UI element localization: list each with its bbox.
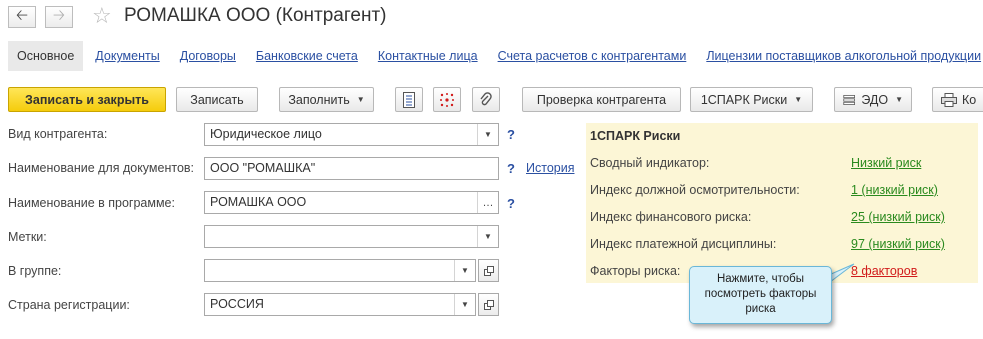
- attach-button[interactable]: [472, 87, 500, 112]
- tags-select[interactable]: ▼: [204, 225, 499, 248]
- risk-factors-tooltip: Нажмите, чтобы посмотреть факторы риска: [689, 266, 832, 324]
- spark-risks-button[interactable]: 1СПАРК Риски ▼: [690, 87, 813, 112]
- risk-factors-label: Факторы риска:: [590, 264, 681, 278]
- forward-button[interactable]: 🡢: [45, 6, 73, 28]
- tags-label: Метки:: [8, 230, 47, 244]
- payment-discipline-index-link[interactable]: 97 (низкий риск): [851, 237, 945, 251]
- edo-button[interactable]: ЭДО ▼: [834, 87, 912, 112]
- spark-panel-title: 1СПАРК Риски: [590, 129, 681, 143]
- printer-icon: [941, 92, 957, 107]
- group-label: В группе:: [8, 264, 62, 278]
- spark-risks-panel: 1СПАРК Риски Сводный индикатор: Низкий р…: [586, 123, 978, 283]
- financial-risk-index-label: Индекс финансового риска:: [590, 210, 752, 224]
- structure-dots-icon: [440, 92, 454, 107]
- open-group-button[interactable]: [478, 259, 499, 282]
- document-list-icon: [403, 91, 415, 108]
- back-button[interactable]: 🡠: [8, 6, 36, 28]
- tab-bank-accounts[interactable]: Банковские счета: [256, 49, 358, 63]
- chevron-down-icon[interactable]: ▼: [454, 294, 475, 315]
- fill-button[interactable]: Заполнить ▼: [279, 87, 374, 112]
- stack-icon: [843, 94, 855, 105]
- tab-contacts[interactable]: Контактные лица: [378, 49, 478, 63]
- docname-label: Наименование для документов:: [8, 161, 195, 175]
- kind-label: Вид контрагента:: [8, 127, 108, 141]
- progname-input[interactable]: РОМАШКА ООО …: [204, 191, 499, 214]
- financial-risk-index-link[interactable]: 25 (низкий риск): [851, 210, 945, 224]
- check-counterparty-button[interactable]: Проверка контрагента: [522, 87, 681, 112]
- chevron-down-icon[interactable]: ▼: [454, 260, 475, 281]
- report-button[interactable]: [395, 87, 423, 112]
- paperclip-icon: [480, 91, 492, 105]
- tab-main[interactable]: Основное: [8, 41, 84, 71]
- due-diligence-index-label: Индекс должной осмотрительности:: [590, 183, 800, 197]
- structure-button[interactable]: [433, 87, 461, 112]
- star-icon[interactable]: ☆: [92, 3, 112, 29]
- tab-documents[interactable]: Документы: [95, 49, 159, 63]
- arrow-left-icon: 🡠: [15, 6, 29, 24]
- progname-label: Наименование в программе:: [8, 196, 175, 210]
- country-select[interactable]: РОССИЯ ▼: [204, 293, 476, 316]
- history-link[interactable]: История: [526, 161, 574, 175]
- due-diligence-index-link[interactable]: 1 (низкий риск): [851, 183, 938, 197]
- window-title: РОМАШКА ООО (Контрагент): [124, 5, 387, 26]
- help-icon[interactable]: ?: [507, 127, 515, 142]
- summary-indicator-link[interactable]: Низкий риск: [851, 156, 921, 170]
- tab-settlement-accounts[interactable]: Счета расчетов с контрагентами: [498, 49, 687, 63]
- summary-indicator-label: Сводный индикатор:: [590, 156, 710, 170]
- arrow-right-icon: 🡢: [52, 6, 66, 24]
- form-tabs: Основное Документы Договоры Банковские с…: [8, 40, 983, 72]
- print-button[interactable]: Ко: [932, 87, 983, 112]
- help-icon[interactable]: ?: [507, 161, 515, 176]
- save-and-close-button[interactable]: Записать и закрыть: [8, 87, 166, 112]
- tab-alcohol-licenses[interactable]: Лицензии поставщиков алкогольной продукц…: [706, 49, 981, 63]
- chevron-down-icon[interactable]: ▼: [477, 124, 498, 145]
- chevron-down-icon: ▼: [895, 95, 903, 104]
- open-country-button[interactable]: [478, 293, 499, 316]
- ellipsis-icon[interactable]: …: [477, 192, 498, 213]
- help-icon[interactable]: ?: [507, 196, 515, 211]
- docname-input[interactable]: ООО "РОМАШКА": [204, 157, 499, 180]
- payment-discipline-index-label: Индекс платежной дисциплины:: [590, 237, 777, 251]
- chevron-down-icon: ▼: [794, 95, 803, 104]
- chevron-down-icon: ▼: [356, 95, 365, 104]
- save-button[interactable]: Записать: [176, 87, 258, 112]
- risk-factors-link[interactable]: 8 факторов: [851, 264, 917, 278]
- chevron-down-icon[interactable]: ▼: [477, 226, 498, 247]
- tab-contracts[interactable]: Договоры: [180, 49, 236, 63]
- country-label: Страна регистрации:: [8, 298, 130, 312]
- kind-select[interactable]: Юридическое лицо ▼: [204, 123, 499, 146]
- group-select[interactable]: ▼: [204, 259, 476, 282]
